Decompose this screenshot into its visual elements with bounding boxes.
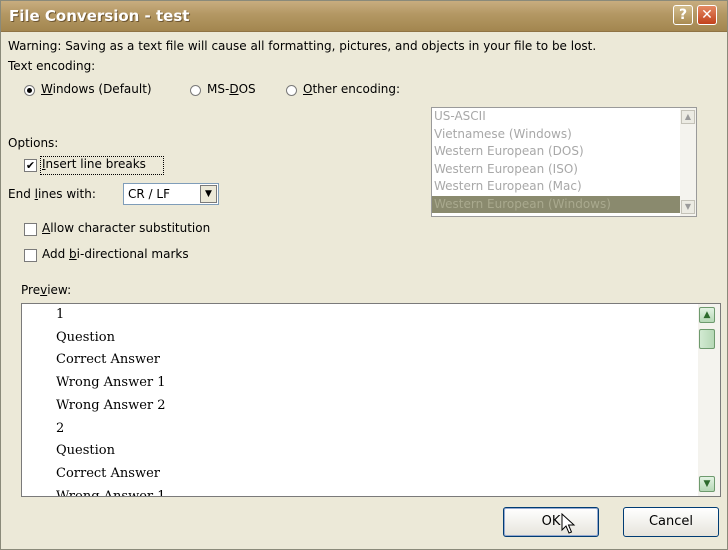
scroll-thumb[interactable] — [699, 329, 715, 349]
encoding-list-item[interactable]: US-ASCII — [432, 108, 696, 126]
title-bar[interactable]: File Conversion - test ? ✕ — [1, 1, 727, 32]
preview-pane[interactable]: 1 Question Correct Answer Wrong Answer 1 Wro… — [21, 303, 721, 497]
chevron-down-icon[interactable]: ▼ — [200, 185, 217, 203]
preview-line: 2 — [56, 420, 65, 436]
mouse-pointer-icon — [561, 513, 576, 534]
cancel-button-label: Cancel — [648, 514, 694, 529]
preview-line: 1 — [56, 307, 65, 322]
ok-button[interactable]: OK — [503, 507, 599, 537]
radio-button[interactable] — [24, 85, 35, 96]
preview-line: Wrong Answer 1 — [56, 488, 166, 497]
encoding-list-item[interactable]: Western European (Windows) — [432, 195, 696, 213]
text-encoding-label: Text encoding: — [8, 59, 96, 73]
checkbox-label[interactable]: Insert line breaks — [42, 157, 146, 171]
scroll-down-icon[interactable]: ▼ — [681, 200, 695, 214]
close-icon: ✕ — [701, 7, 713, 23]
radio-label[interactable]: Windows (Default) — [41, 82, 152, 96]
window-title: File Conversion - test — [9, 7, 190, 25]
checkbox[interactable] — [24, 249, 37, 262]
options-label: Options: — [8, 136, 59, 150]
preview-line: Correct Answer — [56, 352, 160, 368]
preview-label: Preview: — [21, 283, 72, 297]
encoding-list[interactable]: US-ASCII Vietnamese (Windows) Western Euro… — [431, 107, 697, 217]
end-lines-value: CR / LF — [128, 187, 170, 201]
ok-button-label: OK — [541, 514, 561, 529]
preview-line: Wrong Answer 1 — [56, 375, 166, 391]
encoding-list-item[interactable]: Western European (DOS) — [432, 143, 696, 161]
checkbox-label[interactable]: Allow character substitution — [42, 221, 210, 235]
check-icon: ✔ — [25, 159, 36, 172]
cancel-button[interactable]: Cancel — [623, 507, 719, 537]
radio-button[interactable] — [286, 85, 297, 96]
checkbox[interactable] — [24, 223, 37, 236]
preview-line: Question — [56, 443, 115, 459]
warning-text: Warning: Saving as a text file will caus… — [8, 39, 597, 53]
checkbox[interactable]: ✔ — [24, 159, 37, 172]
help-button[interactable]: ? — [673, 5, 693, 25]
encoding-list-item[interactable]: Western European (ISO) — [432, 161, 696, 179]
end-lines-dropdown[interactable]: CR / LF ▼ — [123, 183, 219, 205]
encoding-list-scrollbar[interactable]: ▲ ▼ — [680, 108, 696, 216]
checkbox-label[interactable]: Add bi-directional marks — [42, 247, 189, 261]
scroll-up-icon[interactable]: ▲ — [699, 307, 715, 323]
radio-label[interactable]: MS-DOS — [207, 82, 256, 96]
encoding-list-item[interactable]: Western European (Mac) — [432, 178, 696, 196]
end-lines-label: End lines with: — [8, 187, 96, 201]
scroll-down-icon[interactable]: ▼ — [699, 476, 715, 492]
preview-line: Wrong Answer 2 — [56, 397, 166, 413]
encoding-list-item[interactable]: Vietnamese (Windows) — [432, 126, 696, 144]
preview-line: Correct Answer — [56, 465, 160, 481]
scroll-up-icon[interactable]: ▲ — [681, 110, 695, 124]
preview-line: Question — [56, 329, 115, 345]
question-mark-icon: ? — [678, 7, 688, 23]
close-button[interactable]: ✕ — [697, 5, 717, 25]
file-conversion-dialog: File Conversion - test ? ✕ Warning: Savi… — [0, 0, 728, 550]
radio-button[interactable] — [190, 85, 201, 96]
radio-label[interactable]: Other encoding: — [303, 82, 400, 96]
